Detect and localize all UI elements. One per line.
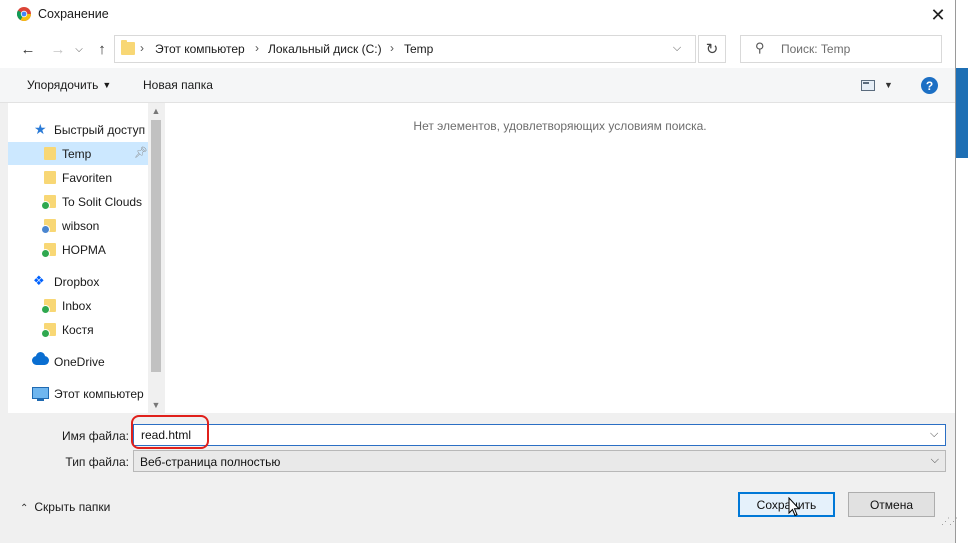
save-dialog: Сохранение ✕ ← → ⌵ ↑ › Этот компьютер › …	[0, 0, 958, 543]
sidebar-item-kostya[interactable]: Костя	[8, 318, 148, 341]
sidebar-item-dropbox[interactable]: ❖ Dropbox	[8, 270, 148, 293]
sidebar-item-label: Костя	[62, 323, 94, 337]
up-button[interactable]: ↑	[91, 38, 113, 60]
sidebar-item-label: Этот компьютер	[54, 387, 144, 401]
folder-sync-icon	[41, 299, 56, 314]
filetype-value: Веб-страница полностью	[140, 455, 281, 469]
search-input[interactable]: ⚲ Поиск: Temp	[740, 35, 942, 63]
view-options-caret-icon[interactable]: ▼	[884, 80, 893, 90]
hide-folders-label: Скрыть папки	[34, 500, 111, 514]
new-folder-button[interactable]: Новая папка	[143, 78, 213, 92]
sidebar-item-temp[interactable]: Temp 📌︎	[8, 142, 148, 165]
onedrive-cloud-icon	[32, 352, 49, 365]
scroll-up-icon[interactable]: ▲	[148, 103, 164, 119]
sidebar-item-label: Быстрый доступ	[54, 123, 146, 137]
scroll-down-icon[interactable]: ▼	[148, 397, 164, 413]
navigation-scrollbar[interactable]: ▲ ▼	[148, 103, 164, 413]
forward-arrow-icon: →	[50, 40, 66, 58]
back-button[interactable]: ←	[17, 38, 39, 60]
pin-icon[interactable]: 📌︎	[134, 146, 148, 159]
breadcrumb-temp[interactable]: Temp	[404, 42, 433, 56]
address-row: ← → ⌵ ↑ › Этот компьютер › Локальный дис…	[0, 30, 955, 68]
sidebar-item-label: Temp	[62, 147, 92, 161]
breadcrumb-separator[interactable]: ›	[255, 41, 259, 55]
sidebar-item-label: wibson	[62, 219, 100, 233]
breadcrumb-separator: ›	[140, 41, 144, 55]
save-button[interactable]: Сохранить	[738, 492, 835, 517]
folder-icon	[121, 40, 135, 55]
resize-grip-icon[interactable]: ⋰⋰	[941, 516, 958, 527]
chevron-up-icon: ⌃	[20, 503, 29, 514]
sidebar-item-norma[interactable]: НОРМА	[8, 238, 148, 261]
chevron-down-icon: ⌵	[75, 43, 83, 55]
refresh-button[interactable]: ↻	[698, 35, 726, 63]
up-arrow-icon: ↑	[98, 40, 106, 58]
annotation-highlight	[131, 415, 209, 449]
cancel-button[interactable]: Отмена	[848, 492, 935, 517]
sidebar-item-label: Favoriten	[62, 171, 113, 185]
window-title: Сохранение	[38, 7, 109, 21]
chevron-down-icon: ⌵	[930, 454, 939, 466]
recent-locations-button[interactable]: ⌵	[68, 38, 90, 60]
sidebar-item-label: To Solit Clouds	[62, 195, 143, 209]
sidebar-item-favoriten[interactable]: Favoriten	[8, 166, 148, 189]
computer-icon	[32, 387, 49, 401]
sidebar-item-label: Dropbox	[54, 275, 100, 289]
scrollbar-thumb[interactable]	[151, 120, 161, 372]
chrome-icon	[17, 7, 31, 21]
forward-button[interactable]: →	[47, 38, 69, 60]
sidebar-item-label: OneDrive	[54, 355, 105, 369]
folder-sync-icon	[41, 243, 56, 258]
help-icon[interactable]: ?	[921, 77, 938, 94]
sidebar-item-wibson[interactable]: wibson	[8, 214, 148, 237]
breadcrumb-separator[interactable]: ›	[390, 41, 394, 55]
address-bar[interactable]: › Этот компьютер › Локальный диск (C:) ›…	[114, 35, 696, 63]
back-arrow-icon: ←	[20, 40, 36, 58]
empty-message: Нет элементов, удовлетворяющих условиям …	[413, 119, 707, 133]
sidebar-item-label: НОРМА	[62, 243, 106, 257]
title-bar: Сохранение ✕	[0, 0, 955, 30]
folder-icon	[44, 147, 56, 160]
close-icon: ✕	[930, 4, 946, 25]
filetype-label: Тип файла:	[65, 455, 129, 469]
file-list[interactable]: Нет элементов, удовлетворяющих условиям …	[165, 103, 955, 413]
sidebar-item-onedrive[interactable]: OneDrive	[8, 350, 148, 373]
refresh-icon: ↻	[705, 41, 719, 58]
folder-icon	[44, 171, 56, 184]
view-mode-icon[interactable]	[861, 80, 875, 91]
filename-dropdown-icon[interactable]: ⌵	[930, 428, 938, 441]
breadcrumb-this-pc[interactable]: Этот компьютер	[155, 42, 245, 56]
background-window-edge	[955, 0, 968, 543]
mouse-cursor-icon	[788, 497, 800, 517]
folder-user-icon	[41, 219, 56, 234]
search-icon: ⚲	[755, 40, 765, 55]
sidebar-item-to-solit-clouds[interactable]: To Solit Clouds	[8, 190, 148, 213]
background-accent	[955, 68, 968, 158]
caret-down-icon: ▼	[102, 80, 112, 90]
hide-folders-button[interactable]: ⌃ Скрыть папки	[20, 500, 110, 514]
folder-sync-icon	[41, 195, 56, 210]
navigation-pane[interactable]: ★ Быстрый доступ Temp 📌︎ Favoriten To So…	[8, 103, 148, 413]
sidebar-item-quick-access[interactable]: ★ Быстрый доступ	[8, 118, 148, 141]
filetype-select[interactable]: Веб-страница полностью ⌵	[133, 450, 946, 472]
search-placeholder: Поиск: Temp	[781, 42, 851, 56]
folder-sync-icon	[41, 323, 56, 338]
filename-label: Имя файла:	[62, 429, 129, 443]
dropbox-icon: ❖	[33, 273, 45, 288]
command-bar: Упорядочить ▼ Новая папка ▼ ?	[0, 68, 955, 103]
sidebar-item-inbox[interactable]: Inbox	[8, 294, 148, 317]
close-button[interactable]: ✕	[924, 2, 952, 28]
filename-input[interactable]	[133, 424, 946, 446]
breadcrumb-local-disk[interactable]: Локальный диск (C:)	[268, 42, 382, 56]
address-dropdown-icon[interactable]: ⌵	[667, 42, 687, 56]
organize-label: Упорядочить	[27, 78, 99, 92]
star-icon: ★	[34, 121, 47, 137]
organize-button[interactable]: Упорядочить ▼	[27, 78, 111, 92]
sidebar-item-this-pc[interactable]: Этот компьютер	[8, 382, 148, 405]
sidebar-item-label: Inbox	[62, 299, 92, 313]
